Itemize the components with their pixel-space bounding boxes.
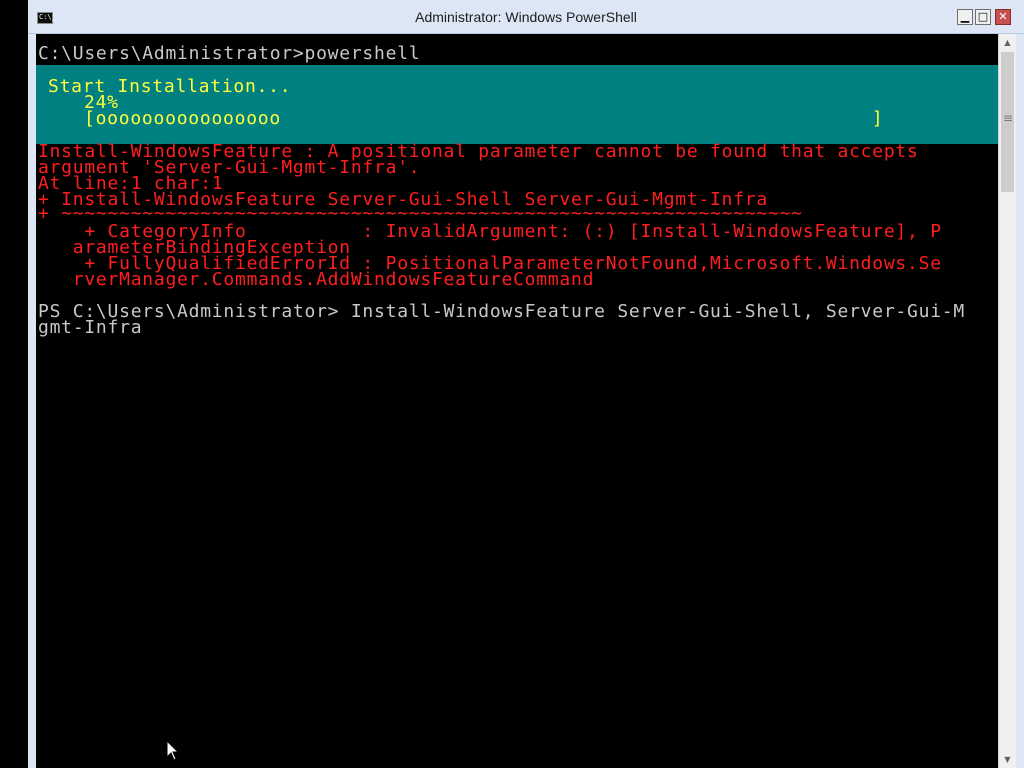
error-line-9: rverManager.Commands.AddWindowsFeatureCo… <box>38 269 595 290</box>
console-output[interactable]: C:\Users\Administrator>powershell Start … <box>36 34 998 768</box>
title-bar[interactable]: C:\_ Administrator: Windows PowerShell ▁… <box>28 0 1024 34</box>
close-button[interactable]: ✕ <box>995 9 1011 25</box>
console-line-cmd: C:\Users\Administrator>powershell <box>38 43 421 64</box>
window-right-border <box>1016 34 1024 768</box>
minimize-button[interactable]: ▁ <box>957 9 973 25</box>
scroll-up-arrow-icon[interactable]: ▲ <box>999 34 1016 51</box>
window-left-border <box>28 34 36 768</box>
powershell-window: C:\_ Administrator: Windows PowerShell ▁… <box>28 0 1024 768</box>
prompt-line: PS C:\Users\Administrator> Install-Windo… <box>38 301 965 322</box>
scroll-thumb[interactable]: ≡ <box>1001 52 1014 192</box>
maximize-button[interactable]: □ <box>975 9 991 25</box>
progress-bar: [oooooooooooooooo ] <box>84 108 884 129</box>
progress-panel: Start Installation... 24% [ooooooooooooo… <box>36 65 998 144</box>
vertical-scrollbar[interactable]: ▲ ≡ ▼ <box>998 34 1016 768</box>
scroll-grip-icon: ≡ <box>1003 111 1014 125</box>
window-title: Administrator: Windows PowerShell <box>415 9 637 25</box>
scroll-down-arrow-icon[interactable]: ▼ <box>999 751 1016 768</box>
prompt-line-wrap: gmt-Infra <box>38 317 143 338</box>
error-line-5: + ~~~~~~~~~~~~~~~~~~~~~~~~~~~~~~~~~~~~~~… <box>38 203 803 224</box>
